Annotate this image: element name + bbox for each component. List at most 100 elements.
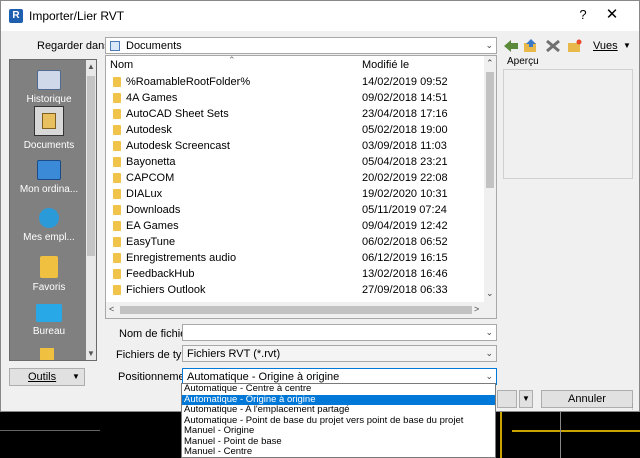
file-name: CAPCOM	[126, 172, 175, 184]
folder-icon	[113, 237, 121, 247]
look-in-label: Regarder dans:	[37, 40, 113, 52]
file-name: Autodesk Screencast	[126, 140, 230, 152]
places-bar: Historique Documents Mon ordina... Mes e…	[9, 59, 97, 361]
file-row[interactable]: Autodesk 05/02/2018 19:00	[106, 122, 486, 138]
file-row[interactable]: FeedbackHub 13/02/2018 16:46	[106, 266, 486, 282]
documents-icon	[34, 106, 64, 136]
background-line	[560, 412, 561, 458]
col-modified-header[interactable]: Modifié le	[362, 59, 409, 71]
sort-up-icon: ⌃	[228, 55, 236, 65]
back-icon[interactable]	[503, 39, 519, 53]
favorites-icon	[40, 256, 58, 278]
scroll-down-icon[interactable]: ⌄	[486, 288, 494, 299]
positioning-options-list[interactable]: Automatique - Centre à centre Automatique…	[181, 383, 496, 458]
file-list-vscroll[interactable]: ⌃ ⌄	[484, 56, 496, 302]
folder-icon	[113, 221, 121, 231]
folder-icon	[113, 141, 121, 151]
filename-input[interactable]: ⌄	[182, 324, 497, 341]
positioning-option[interactable]: Manuel - Centre	[182, 446, 495, 458]
file-row[interactable]: Downloads 05/11/2019 07:24	[106, 202, 486, 218]
file-row[interactable]: Fichiers Outlook 27/09/2018 06:33	[106, 282, 486, 298]
cancel-button[interactable]: Annuler	[541, 390, 633, 408]
file-row[interactable]: EasyTune 06/02/2018 06:52	[106, 234, 486, 250]
revit-app-icon: R	[9, 9, 23, 23]
resize-grip-icon[interactable]: ⋮	[629, 403, 636, 411]
documents-folder-icon	[110, 41, 120, 51]
file-date: 05/02/2018 19:00	[362, 124, 448, 136]
file-row[interactable]: 4A Games 09/02/2018 14:51	[106, 90, 486, 106]
open-options-icon[interactable]: ▼	[519, 390, 533, 408]
up-folder-icon[interactable]	[523, 39, 539, 53]
tools-button[interactable]: Outils ▼	[9, 368, 85, 386]
places-scrollbar[interactable]: ▲ ▼	[86, 60, 96, 360]
chevron-down-icon: ⌄	[485, 371, 493, 381]
file-name: Enregistrements audio	[126, 252, 237, 264]
file-date: 19/02/2020 10:31	[362, 188, 448, 200]
file-name: Bayonetta	[126, 156, 176, 168]
file-name: DIALux	[126, 188, 163, 200]
file-name: FeedbackHub	[126, 268, 195, 280]
file-list[interactable]: Nom ⌃ Modifié le %RoamableRootFolder% 14/…	[105, 55, 497, 319]
views-menu[interactable]: Vues	[593, 40, 618, 52]
file-row[interactable]: %RoamableRootFolder% 14/02/2019 09:52	[106, 74, 486, 90]
views-dropdown-icon[interactable]: ▼	[623, 41, 631, 50]
filetype-select[interactable]: Fichiers RVT (*.rvt) ⌄	[182, 345, 497, 362]
desktop-icon	[36, 304, 62, 322]
file-rows: %RoamableRootFolder% 14/02/2019 09:52 4A G…	[106, 74, 486, 298]
file-row[interactable]: Bayonetta 05/04/2018 23:21	[106, 154, 486, 170]
preview-label: Aperçu	[507, 56, 539, 67]
scroll-up-icon[interactable]: ▲	[86, 62, 96, 71]
positioning-option[interactable]: Automatique - A l'emplacement partagé	[182, 404, 495, 416]
chevron-down-icon: ⌄	[485, 348, 493, 358]
chevron-down-icon: ⌄	[485, 327, 493, 337]
place-documents[interactable]: Documents	[10, 106, 88, 151]
column-header: Nom ⌃ Modifié le	[106, 56, 486, 74]
look-in-value: Documents	[126, 40, 182, 52]
positioning-option[interactable]: Manuel - Origine	[182, 425, 495, 437]
place-desktop[interactable]: Bureau	[10, 304, 88, 337]
scroll-right-icon[interactable]: >	[474, 304, 479, 314]
folder-icon	[113, 189, 121, 199]
scroll-left-icon[interactable]: <	[109, 304, 114, 314]
file-list-hscroll[interactable]: < >	[106, 302, 496, 318]
file-row[interactable]: Enregistrements audio 06/12/2019 16:15	[106, 250, 486, 266]
scroll-down-icon[interactable]: ▼	[86, 349, 96, 358]
place-label: Mes empl...	[23, 232, 75, 243]
import-link-dialog: R Importer/Lier RVT ? ✕ Regarder dans: D…	[0, 0, 640, 412]
folder-icon	[113, 285, 121, 295]
tools-label: Outils	[28, 371, 57, 383]
folder-icon	[113, 269, 121, 279]
close-button[interactable]: ✕	[603, 5, 621, 23]
scroll-thumb[interactable]	[486, 72, 494, 188]
file-date: 20/02/2019 22:08	[362, 172, 448, 184]
file-name: 4A Games	[126, 92, 178, 104]
file-date: 06/02/2018 06:52	[362, 236, 448, 248]
place-computer[interactable]: Mon ordina...	[10, 160, 88, 195]
open-button[interactable]	[497, 390, 517, 408]
file-row[interactable]: DIALux 19/02/2020 10:31	[106, 186, 486, 202]
file-row[interactable]: AutoCAD Sheet Sets 23/04/2018 17:16	[106, 106, 486, 122]
file-row[interactable]: Autodesk Screencast 03/09/2018 11:03	[106, 138, 486, 154]
window-title: Importer/Lier RVT	[29, 9, 125, 23]
file-date: 05/04/2018 23:21	[362, 156, 448, 168]
look-in-combo[interactable]: Documents ⌄	[105, 37, 497, 54]
place-network[interactable]: Mes empl...	[10, 208, 88, 243]
file-date: 09/04/2019 12:42	[362, 220, 448, 232]
file-name: Fichiers Outlook	[126, 284, 206, 296]
place-favorites[interactable]: Favoris	[10, 256, 88, 293]
new-folder-icon[interactable]	[567, 39, 583, 53]
file-date: 06/12/2019 16:15	[362, 252, 448, 264]
delete-icon[interactable]	[545, 39, 561, 53]
place-label: Mon ordina...	[19, 184, 79, 195]
scroll-up-icon[interactable]: ⌃	[486, 58, 494, 69]
positioning-option[interactable]: Automatique - Centre à centre	[182, 383, 495, 395]
help-button[interactable]: ?	[575, 7, 591, 22]
place-label: Historique	[26, 94, 72, 105]
place-history[interactable]: Historique	[10, 70, 88, 105]
file-row[interactable]: EA Games 09/04/2019 12:42	[106, 218, 486, 234]
col-name-header[interactable]: Nom	[110, 59, 133, 71]
file-row[interactable]: CAPCOM 20/02/2019 22:08	[106, 170, 486, 186]
scroll-thumb[interactable]	[87, 76, 95, 256]
title-bar: R Importer/Lier RVT ? ✕	[1, 1, 639, 31]
scroll-thumb[interactable]	[120, 306, 472, 314]
